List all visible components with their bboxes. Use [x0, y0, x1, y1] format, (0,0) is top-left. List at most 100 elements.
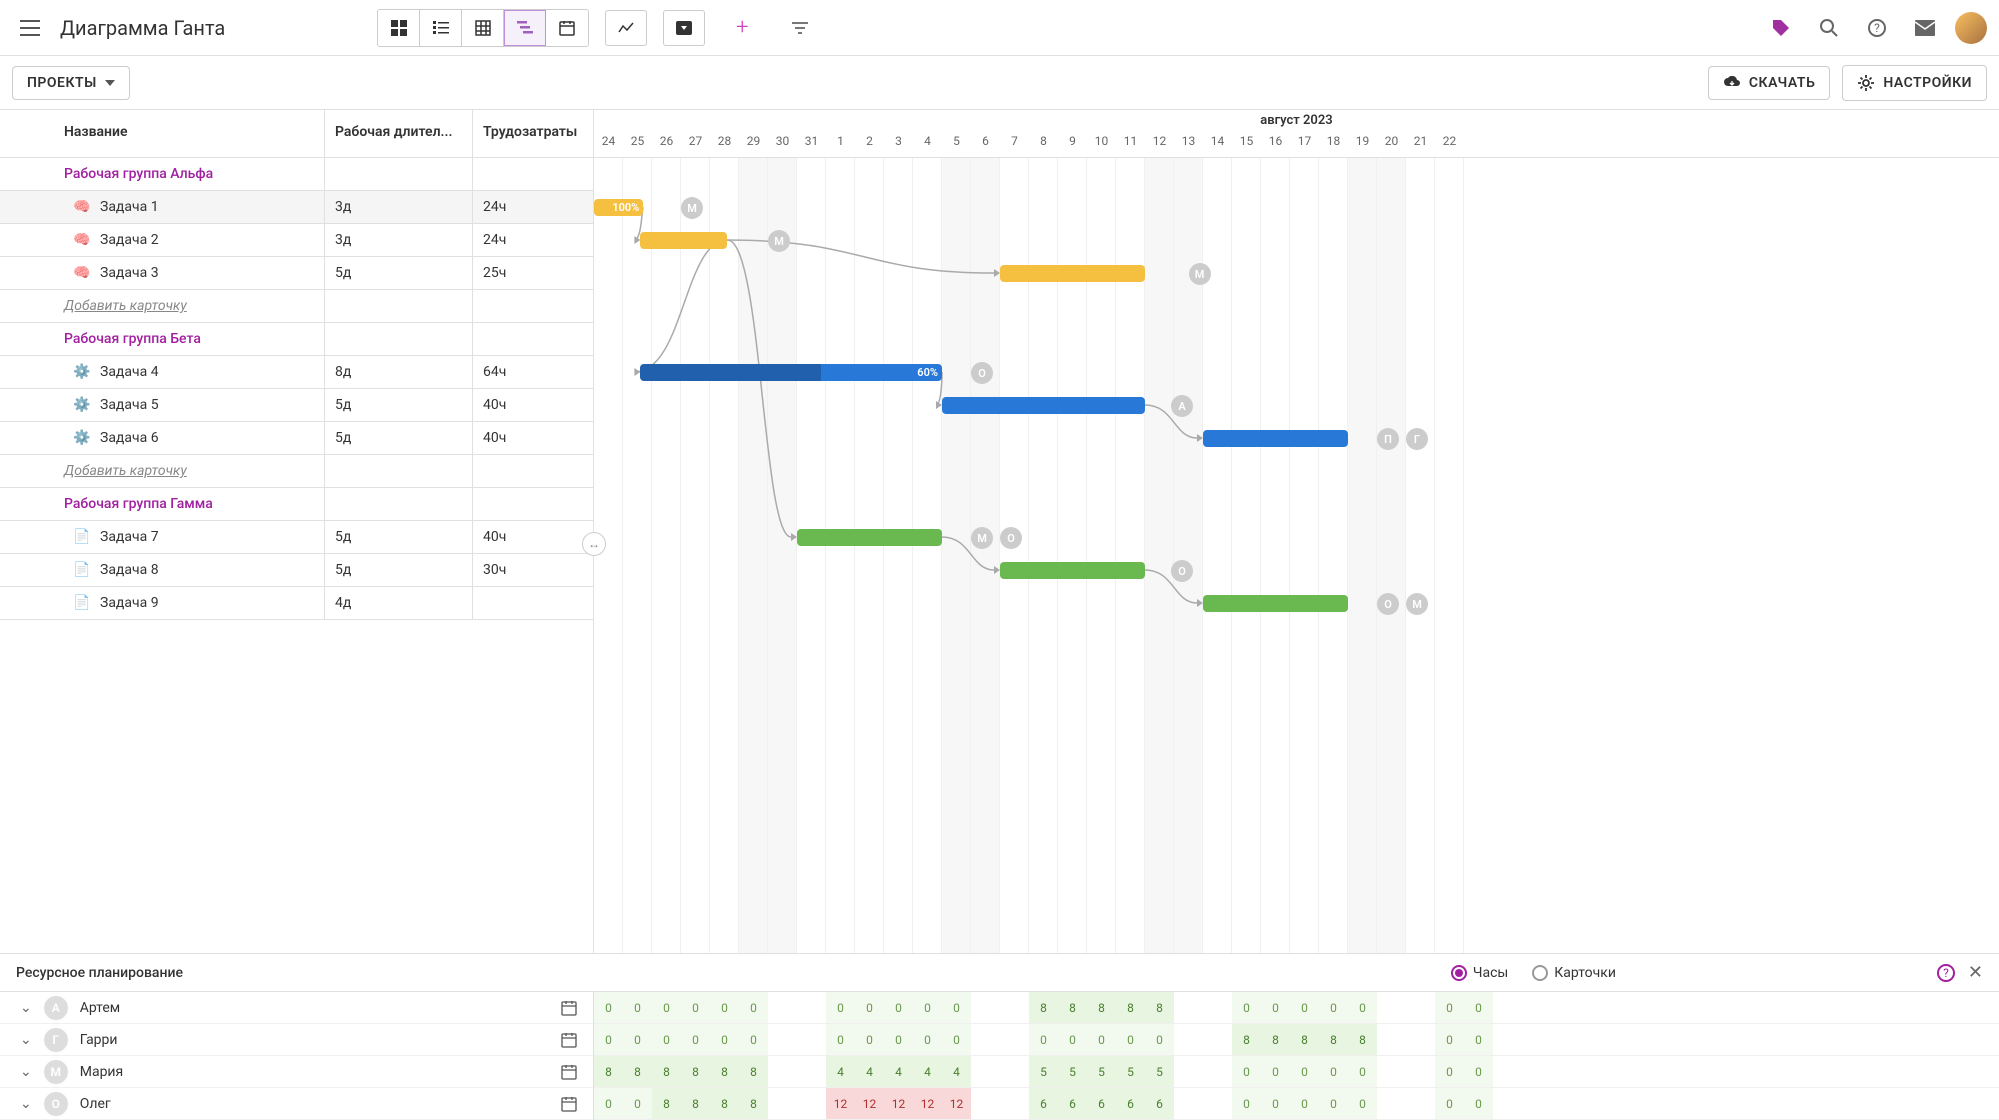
task-duration[interactable]: 8д	[325, 356, 473, 388]
avatar[interactable]	[1955, 12, 1987, 44]
task-duration[interactable]: 5д	[325, 389, 473, 421]
resource-avatar[interactable]: Г	[44, 1028, 68, 1052]
assignee-badge[interactable]: М	[1189, 263, 1211, 285]
task-name[interactable]: ⚙️Задача 6	[0, 422, 325, 454]
assignee-badge[interactable]: О	[1377, 593, 1399, 615]
calendar-icon[interactable]	[561, 1064, 577, 1080]
resource-close-icon[interactable]: ✕	[1968, 962, 1983, 983]
view-calendar-icon[interactable]	[546, 10, 588, 46]
group-name[interactable]: Рабочая группа Бета	[0, 323, 325, 355]
task-duration[interactable]: 5д	[325, 521, 473, 553]
settings-button[interactable]: НАСТРОЙКИ	[1842, 65, 1987, 101]
assignee-badge[interactable]: П	[1377, 428, 1399, 450]
search-icon[interactable]	[1811, 10, 1847, 46]
task-name[interactable]: 🧠Задача 1	[0, 191, 325, 223]
gantt-bar[interactable]	[640, 232, 727, 249]
view-grid-icon[interactable]	[378, 10, 420, 46]
add-button[interactable]: +	[721, 10, 763, 46]
task-work[interactable]: 24ч	[473, 191, 593, 223]
resource-avatar[interactable]: А	[44, 996, 68, 1020]
task-name[interactable]: ⚙️Задача 5	[0, 389, 325, 421]
gantt-bar[interactable]	[1203, 595, 1348, 612]
task-name[interactable]: ⚙️Задача 4	[0, 356, 325, 388]
task-name[interactable]: 🧠Задача 3	[0, 257, 325, 289]
task-work[interactable]: 40ч	[473, 521, 593, 553]
assignee-badge[interactable]: Г	[1406, 428, 1428, 450]
chevron-down-icon[interactable]: ⌄	[20, 1096, 32, 1112]
group-name[interactable]: Рабочая группа Гамма	[0, 488, 325, 520]
task-work[interactable]: 30ч	[473, 554, 593, 586]
add-card-link[interactable]: Добавить карточку	[0, 290, 325, 322]
col-duration-header[interactable]: Рабочая длител...	[325, 110, 473, 157]
help-icon[interactable]: ?	[1859, 10, 1895, 46]
col-name-header[interactable]: Название	[0, 110, 325, 157]
task-name[interactable]: 📄Задача 7	[0, 521, 325, 553]
gantt-bar[interactable]	[942, 397, 1145, 414]
task-duration[interactable]: 5д	[325, 422, 473, 454]
task-duration[interactable]: 3д	[325, 191, 473, 223]
view-table-icon[interactable]	[462, 10, 504, 46]
gantt-bar[interactable]	[1203, 430, 1348, 447]
radio-cards[interactable]: Карточки	[1532, 965, 1616, 981]
resource-name[interactable]: Гарри	[80, 1032, 549, 1048]
task-duration[interactable]: 5д	[325, 257, 473, 289]
gantt-bar[interactable]: 60%	[640, 364, 942, 381]
gantt-bar[interactable]	[1000, 265, 1145, 282]
calendar-icon[interactable]	[561, 1000, 577, 1016]
view-chart-icon[interactable]	[605, 10, 647, 46]
calendar-icon[interactable]	[561, 1096, 577, 1112]
view-archive-icon[interactable]	[663, 10, 705, 46]
task-work[interactable]: 64ч	[473, 356, 593, 388]
task-work[interactable]: 25ч	[473, 257, 593, 289]
gantt-bar[interactable]	[1000, 562, 1145, 579]
task-name[interactable]: 📄Задача 8	[0, 554, 325, 586]
resource-help-icon[interactable]: ?	[1936, 963, 1956, 983]
task-work[interactable]: 40ч	[473, 389, 593, 421]
gantt-bar[interactable]: 100%	[594, 199, 643, 216]
filter-icon[interactable]	[779, 10, 821, 46]
task-duration[interactable]: 3д	[325, 224, 473, 256]
task-icon: 📄	[72, 593, 92, 613]
task-name[interactable]: 📄Задача 9	[0, 587, 325, 619]
chevron-down-icon[interactable]: ⌄	[20, 1064, 32, 1080]
resource-name[interactable]: Мария	[80, 1064, 549, 1080]
view-list-icon[interactable]	[420, 10, 462, 46]
task-duration[interactable]: 5д	[325, 554, 473, 586]
assignee-badge[interactable]: А	[1171, 395, 1193, 417]
assignee-badge[interactable]: О	[1171, 560, 1193, 582]
assignee-badge[interactable]: М	[768, 230, 790, 252]
resource-name[interactable]: Олег	[80, 1096, 549, 1112]
mail-icon[interactable]	[1907, 12, 1943, 44]
menu-icon[interactable]	[12, 12, 48, 44]
chevron-down-icon[interactable]: ⌄	[20, 1032, 32, 1048]
column-resize-handle[interactable]: ↔	[582, 532, 606, 556]
resource-hour: 8	[1058, 992, 1087, 1023]
assignee-badge[interactable]: О	[1000, 527, 1022, 549]
assignee-badge[interactable]: М	[971, 527, 993, 549]
resource-name[interactable]: Артем	[80, 1000, 549, 1016]
chevron-down-icon[interactable]: ⌄	[20, 1000, 32, 1016]
add-card-link[interactable]: Добавить карточку	[0, 455, 325, 487]
projects-dropdown[interactable]: ПРОЕКТЫ	[12, 66, 130, 100]
group-name[interactable]: Рабочая группа Альфа	[0, 158, 325, 190]
resource-avatar[interactable]: М	[44, 1060, 68, 1084]
assignee-badge[interactable]: М	[681, 197, 703, 219]
task-work[interactable]: 40ч	[473, 422, 593, 454]
col-work-header[interactable]: Трудозатраты	[473, 110, 593, 157]
assignee-badge[interactable]: М	[1406, 593, 1428, 615]
calendar-icon[interactable]	[561, 1032, 577, 1048]
view-gantt-icon[interactable]	[504, 10, 546, 46]
assignee-badge[interactable]: О	[971, 362, 993, 384]
task-duration[interactable]: 4д	[325, 587, 473, 619]
resource-hour: 0	[1145, 1024, 1174, 1055]
radio-hours[interactable]: Часы	[1451, 965, 1508, 981]
task-work[interactable]: 24ч	[473, 224, 593, 256]
task-name[interactable]: 🧠Задача 2	[0, 224, 325, 256]
gantt-bar[interactable]	[797, 529, 942, 546]
download-button[interactable]: СКАЧАТЬ	[1708, 66, 1830, 100]
task-work[interactable]	[473, 587, 593, 619]
resource-avatar[interactable]: О	[44, 1092, 68, 1116]
task-icon: ⚙️	[72, 362, 92, 382]
tag-icon[interactable]	[1763, 10, 1799, 46]
resource-hour: 0	[1261, 1056, 1290, 1087]
